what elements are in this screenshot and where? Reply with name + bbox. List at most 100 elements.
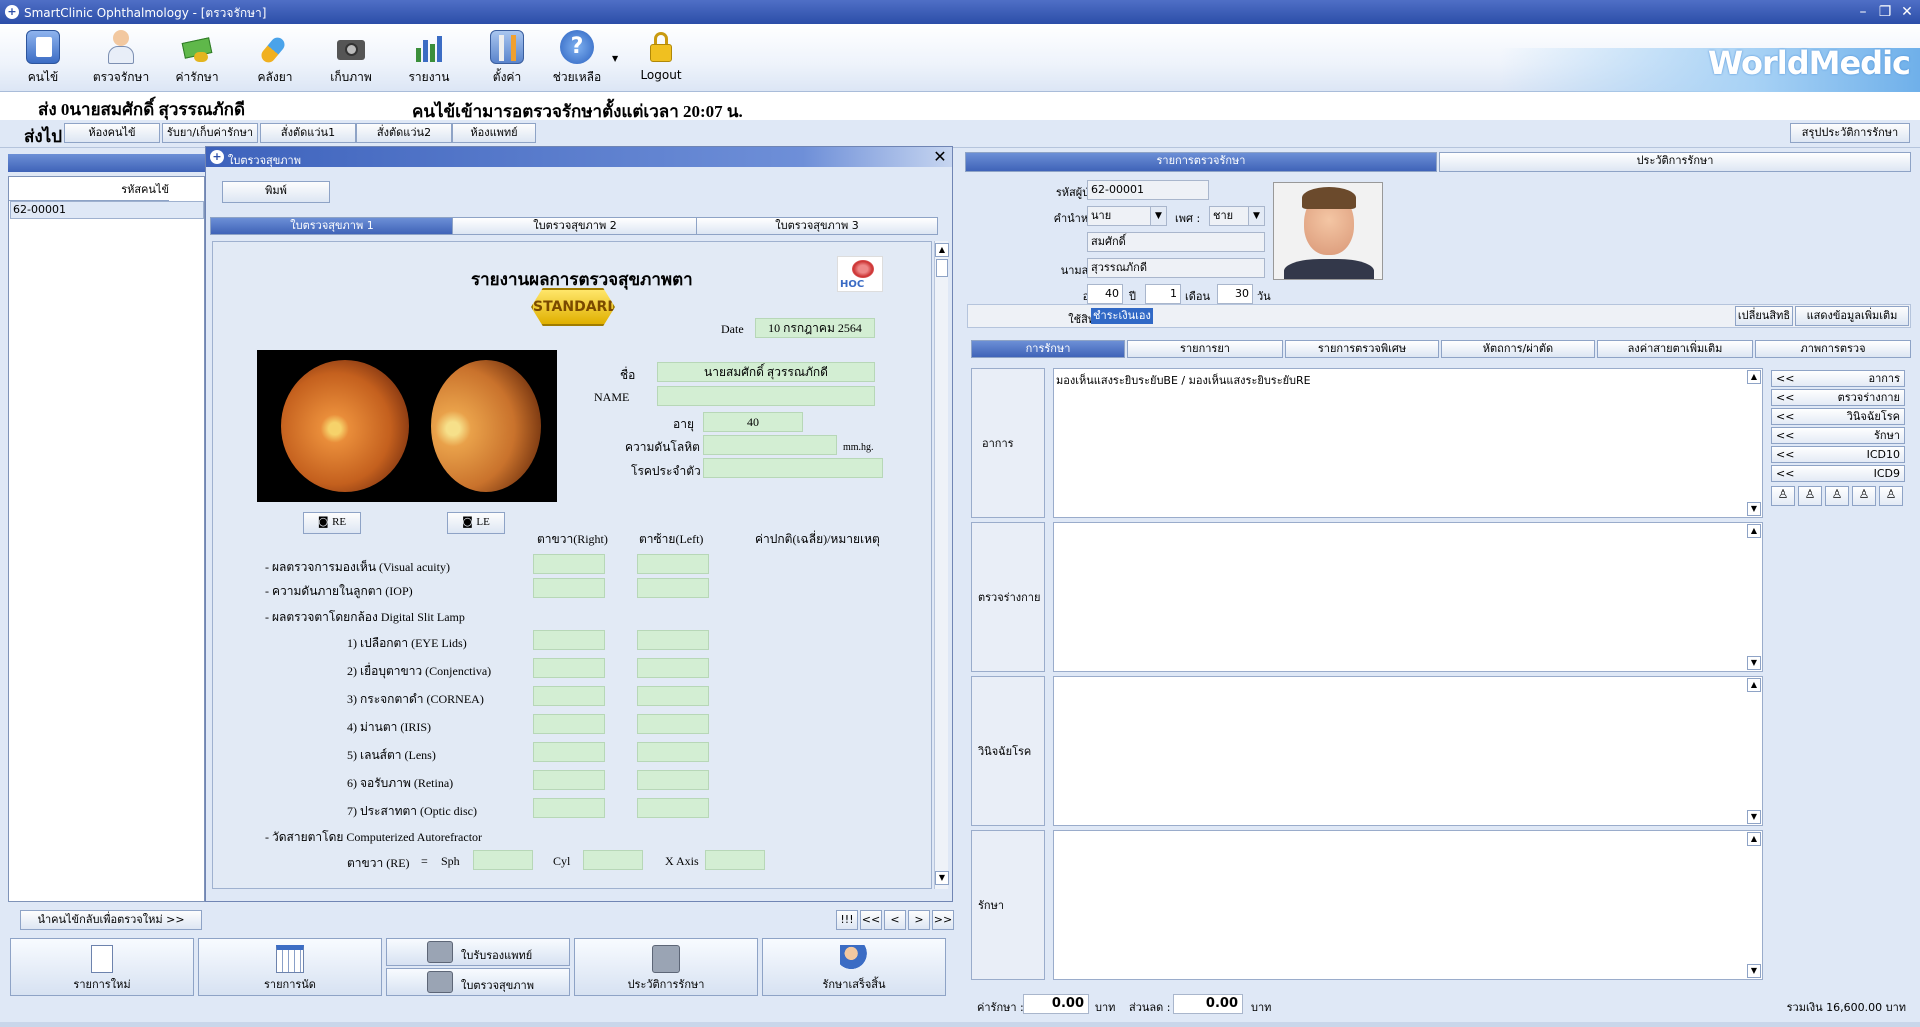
xaxis-field[interactable] (705, 850, 765, 870)
cyl-field[interactable] (583, 850, 643, 870)
sph-field[interactable] (473, 850, 533, 870)
scroll-down-icon[interactable]: ▼ (1747, 656, 1761, 670)
iop-left-field[interactable] (637, 578, 709, 598)
eyelids-right-field[interactable] (533, 630, 605, 650)
iop-right-field[interactable] (533, 578, 605, 598)
name-field[interactable]: นายสมศักดิ์ สุวรรณภักดี (657, 362, 875, 382)
age-years-field[interactable]: 40 (1087, 284, 1123, 304)
scroll-thumb[interactable] (936, 259, 948, 277)
tab-exam-list[interactable]: รายการตรวจรักษา (965, 152, 1437, 172)
toolbar-reports[interactable]: รายงาน (394, 30, 464, 90)
scroll-down-icon[interactable]: ▼ (935, 871, 949, 885)
toolbar-patient[interactable]: คนไข้ (8, 30, 78, 90)
retina-left-field[interactable] (637, 770, 709, 790)
subtab-refraction[interactable]: ลงค่าสายตาเพิ่มเติม (1597, 340, 1753, 358)
cornea-left-field[interactable] (637, 686, 709, 706)
toolbar-capture[interactable]: เก็บภาพ (316, 30, 386, 90)
treatment-history-button[interactable]: ประวัติการรักษา (574, 938, 758, 996)
new-record-button[interactable]: รายการใหม่ (10, 938, 194, 996)
toolbar-logout[interactable]: Logout (626, 30, 696, 90)
subtab-treatment[interactable]: การรักษา (971, 340, 1125, 358)
dialog-close-icon[interactable]: ✕ (930, 148, 950, 166)
name-en-field[interactable] (657, 386, 875, 406)
scroll-down-icon[interactable]: ▼ (1747, 964, 1761, 978)
le-button[interactable]: ◙ LE (447, 512, 505, 534)
appointments-button[interactable]: รายการนัด (198, 938, 382, 996)
subtab-drugs[interactable]: รายการยา (1127, 340, 1283, 358)
print-button[interactable]: พิมพ์ (222, 181, 330, 203)
tab-health-1[interactable]: ใบตรวจสุขภาพ 1 (210, 217, 454, 235)
scroll-up-icon[interactable]: ▲ (1747, 678, 1761, 692)
stamp-icon[interactable]: ♙ (1798, 486, 1822, 506)
send-patient-room-button[interactable]: ห้องคนไข้ (64, 123, 160, 143)
retina-right-field[interactable] (533, 770, 605, 790)
scroll-down-icon[interactable]: ▼ (1747, 810, 1761, 824)
finish-treatment-button[interactable]: รักษาเสร็จสิ้น (762, 938, 946, 996)
iris-left-field[interactable] (637, 714, 709, 734)
scroll-up-icon[interactable]: ▲ (1747, 524, 1761, 538)
scroll-up-icon[interactable]: ▲ (1747, 370, 1761, 384)
stamp-icon[interactable]: ♙ (1879, 486, 1903, 506)
va-right-field[interactable] (533, 554, 605, 574)
scroll-up-icon[interactable]: ▲ (935, 243, 949, 257)
optic-left-field[interactable] (637, 798, 709, 818)
chevron-down-icon[interactable]: ▼ (1150, 207, 1166, 225)
return-patient-button[interactable]: นำคนไข้กลับเพื่อตรวจใหม่ >> (20, 910, 202, 930)
health-certificate-print-button[interactable]: ใบตรวจสุขภาพ (386, 968, 570, 996)
pager-mark-button[interactable]: !!! (836, 910, 858, 930)
close-window-icon[interactable]: ✕ (1896, 3, 1918, 21)
send-doctor-room-button[interactable]: ห้องแพทย์ (452, 123, 536, 143)
insert-symptom-button[interactable]: << อาการ (1771, 370, 1905, 387)
tab-treatment-history[interactable]: ประวัติการรักษา (1439, 152, 1911, 172)
insert-diagnosis-button[interactable]: << วินิจฉัยโรค (1771, 408, 1905, 425)
pager-first-button[interactable]: << (860, 910, 882, 930)
toolbar-examine[interactable]: ตรวจรักษา (86, 30, 156, 90)
restore-icon[interactable]: ❐ (1874, 3, 1896, 21)
queue-row[interactable]: 62-00001 (10, 201, 204, 219)
optic-right-field[interactable] (533, 798, 605, 818)
conj-left-field[interactable] (637, 658, 709, 678)
stamp-icon[interactable]: ♙ (1852, 486, 1876, 506)
treatment-textarea[interactable]: ▲ ▼ (1053, 830, 1763, 980)
chevron-down-icon[interactable]: ▼ (1248, 207, 1264, 225)
discount-field[interactable]: 0.00 (1173, 994, 1243, 1014)
insert-icd9-button[interactable]: << ICD9 (1771, 465, 1905, 482)
symptom-textarea[interactable]: มองเห็นแสงระยิบระยับBE / มองเห็นแสงระยิบ… (1053, 368, 1763, 518)
tab-health-3[interactable]: ใบตรวจสุขภาพ 3 (696, 217, 938, 235)
fname-field[interactable]: สมศักดิ์ (1087, 232, 1265, 252)
fee-field[interactable]: 0.00 (1023, 994, 1089, 1014)
medical-certificate-button[interactable]: ใบรับรองแพทย์ (386, 938, 570, 966)
help-dropdown-icon[interactable]: ▼ (612, 54, 618, 63)
insert-icd10-button[interactable]: << ICD10 (1771, 446, 1905, 463)
lens-right-field[interactable] (533, 742, 605, 762)
document-scrollbar[interactable]: ▲ ▼ (934, 241, 949, 889)
toolbar-fees[interactable]: ค่ารักษา (162, 30, 232, 90)
age-days-field[interactable]: 30 (1217, 284, 1253, 304)
conj-right-field[interactable] (533, 658, 605, 678)
pager-prev-button[interactable]: < (884, 910, 906, 930)
age-field[interactable]: 40 (703, 412, 803, 432)
subtab-special-exam[interactable]: รายการตรวจพิเศษ (1285, 340, 1439, 358)
disease-field[interactable] (703, 458, 883, 478)
minimize-icon[interactable]: – (1852, 3, 1874, 21)
toolbar-settings[interactable]: ตั้งค่า (472, 30, 542, 90)
eyelids-left-field[interactable] (637, 630, 709, 650)
pager-last-button[interactable]: >> (932, 910, 954, 930)
send-pharmacy-button[interactable]: รับยา/เก็บค่ารักษา (162, 123, 258, 143)
va-left-field[interactable] (637, 554, 709, 574)
bp-field[interactable] (703, 435, 837, 455)
insert-physical-button[interactable]: << ตรวจร่างกาย (1771, 389, 1905, 406)
iris-right-field[interactable] (533, 714, 605, 734)
physical-exam-textarea[interactable]: ▲ ▼ (1053, 522, 1763, 672)
cornea-right-field[interactable] (533, 686, 605, 706)
stamp-icon[interactable]: ♙ (1771, 486, 1795, 506)
more-info-button[interactable]: แสดงข้อมูลเพิ่มเติม (1795, 306, 1909, 326)
subtab-procedures[interactable]: หัตถการ/ผ่าตัด (1441, 340, 1595, 358)
rights-value[interactable]: ชำระเงินเอง (1091, 308, 1153, 324)
send-glasses2-button[interactable]: สั่งตัดแว่น2 (356, 123, 452, 143)
hn-field[interactable]: 62-00001 (1087, 180, 1209, 200)
sex-select[interactable]: ชาย ▼ (1209, 206, 1265, 226)
tab-health-2[interactable]: ใบตรวจสุขภาพ 2 (452, 217, 698, 235)
subtab-exam-images[interactable]: ภาพการตรวจ (1755, 340, 1911, 358)
pager-next-button[interactable]: > (908, 910, 930, 930)
